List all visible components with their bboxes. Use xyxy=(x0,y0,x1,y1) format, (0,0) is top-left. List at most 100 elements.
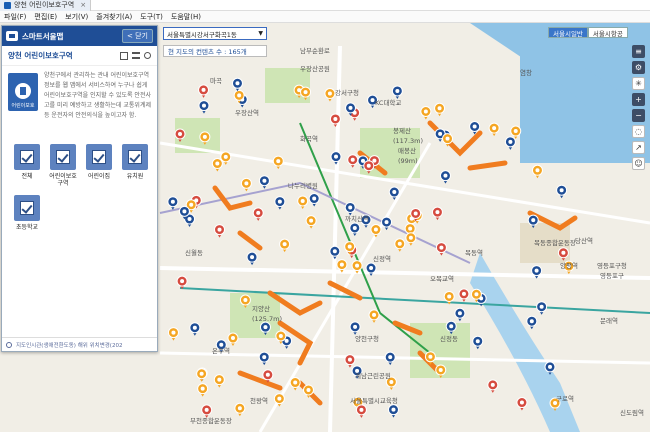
facility-marker-icon[interactable] xyxy=(349,222,361,236)
measure-distance-icon[interactable]: ◌ xyxy=(632,125,645,138)
category-elementary[interactable]: 초등학교 xyxy=(12,195,42,231)
facility-marker-icon[interactable] xyxy=(391,85,403,99)
facility-marker-icon[interactable] xyxy=(197,383,209,397)
settings-icon[interactable]: ⚙ xyxy=(632,61,645,74)
facility-marker-icon[interactable] xyxy=(434,102,446,117)
facility-marker-icon[interactable] xyxy=(405,232,417,246)
facility-marker-icon[interactable] xyxy=(246,251,258,266)
measure-area-icon[interactable]: ↗ xyxy=(632,141,645,154)
menu-help[interactable]: 도움말(H) xyxy=(171,12,201,22)
theme-badge: 어린이보호 xyxy=(8,73,38,111)
facility-marker-icon[interactable] xyxy=(201,404,213,418)
facility-marker-icon[interactable] xyxy=(258,351,270,366)
facility-marker-icon[interactable] xyxy=(330,151,342,165)
facility-marker-icon[interactable] xyxy=(536,301,548,315)
grid-view-icon[interactable] xyxy=(120,51,128,60)
browser-tab[interactable]: 양천 어린이보호구역 × xyxy=(0,0,92,11)
school-zone-segment[interactable] xyxy=(237,370,283,391)
facility-marker-icon[interactable] xyxy=(454,307,466,322)
checkbox-icon[interactable] xyxy=(20,150,34,164)
facility-marker-icon[interactable] xyxy=(324,88,336,102)
facility-marker-icon[interactable] xyxy=(472,335,484,350)
tab-close-icon[interactable]: × xyxy=(80,1,86,9)
map-type-aerial[interactable]: 서울시항공 xyxy=(587,27,628,38)
facility-marker-icon[interactable] xyxy=(189,322,201,336)
facility-marker-icon[interactable] xyxy=(516,397,528,411)
facility-marker-icon[interactable] xyxy=(252,207,264,221)
facility-marker-icon[interactable] xyxy=(526,315,538,330)
facility-marker-icon[interactable] xyxy=(196,368,208,382)
menu-bar: 파일(F) 편집(E) 보기(V) 즐겨찾기(A) 도구(T) 도움말(H) xyxy=(0,11,650,23)
menu-edit[interactable]: 편집(E) xyxy=(34,12,57,22)
facility-marker-icon[interactable] xyxy=(214,224,226,238)
facility-marker-icon[interactable] xyxy=(272,155,284,170)
address-select[interactable]: 서울특별시강서구화곡1동 ▼ xyxy=(163,27,267,40)
facility-marker-icon[interactable] xyxy=(305,215,317,229)
list-view-icon[interactable] xyxy=(132,51,140,59)
facility-marker-icon[interactable] xyxy=(368,309,380,323)
facility-marker-icon[interactable] xyxy=(274,196,286,210)
person-icon[interactable]: ☺ xyxy=(632,157,645,170)
facility-marker-icon[interactable] xyxy=(439,170,451,184)
facility-marker-icon[interactable] xyxy=(458,288,470,302)
panel-footer[interactable]: 지도인시관(생애전환도동) 해위 위치변경(202 xyxy=(2,337,157,351)
facility-marker-icon[interactable] xyxy=(381,216,393,231)
facility-marker-icon[interactable] xyxy=(344,201,356,216)
facility-marker-icon[interactable] xyxy=(279,238,291,253)
zoom-in-icon[interactable]: + xyxy=(632,93,645,106)
facility-marker-icon[interactable] xyxy=(297,195,309,209)
checkbox-icon[interactable] xyxy=(56,150,70,164)
facility-marker-icon[interactable] xyxy=(167,327,179,341)
panel-subheader: 양천 어린이보호구역 xyxy=(2,46,157,66)
facility-marker-icon[interactable] xyxy=(487,379,499,393)
facility-marker-icon[interactable] xyxy=(258,175,270,189)
facility-marker-icon[interactable] xyxy=(240,177,252,192)
search-icon[interactable] xyxy=(144,51,151,59)
menu-file[interactable]: 파일(F) xyxy=(4,12,26,22)
facility-marker-icon[interactable] xyxy=(167,196,179,210)
facility-marker-icon[interactable] xyxy=(531,164,543,179)
facility-marker-icon[interactable] xyxy=(227,332,239,347)
compass-icon[interactable]: ✳ xyxy=(632,77,645,90)
facility-marker-icon[interactable] xyxy=(355,404,367,418)
facility-marker-icon[interactable] xyxy=(234,402,246,417)
school-zone-segment[interactable] xyxy=(237,230,263,251)
facility-marker-icon[interactable] xyxy=(329,245,341,260)
facility-marker-icon[interactable] xyxy=(387,404,399,418)
facility-marker-icon[interactable] xyxy=(504,136,516,150)
facility-marker-icon[interactable] xyxy=(370,224,382,238)
checkbox-icon[interactable] xyxy=(20,201,34,215)
layers-icon[interactable]: ≡ xyxy=(632,45,645,58)
collapse-button[interactable]: < 닫기 xyxy=(122,29,153,43)
category-all[interactable]: 전체 xyxy=(12,144,42,187)
facility-marker-icon[interactable] xyxy=(431,206,443,221)
facility-marker-icon[interactable] xyxy=(211,158,223,172)
facility-marker-icon[interactable] xyxy=(556,184,568,199)
facility-marker-icon[interactable] xyxy=(289,377,301,391)
facility-marker-icon[interactable] xyxy=(198,84,210,98)
category-daycare[interactable]: 어린이집 xyxy=(84,144,114,187)
facility-marker-icon[interactable] xyxy=(488,122,500,137)
facility-marker-icon[interactable] xyxy=(349,321,361,335)
category-school-zone[interactable]: 어린이보호구역 xyxy=(48,144,78,187)
menu-tools[interactable]: 도구(T) xyxy=(140,12,163,22)
facility-marker-icon[interactable] xyxy=(420,105,432,120)
facility-marker-icon[interactable] xyxy=(213,374,225,388)
facility-marker-icon[interactable] xyxy=(344,354,356,368)
facility-marker-icon[interactable] xyxy=(347,154,359,168)
facility-marker-icon[interactable] xyxy=(435,242,447,256)
facility-marker-icon[interactable] xyxy=(176,275,188,290)
category-kindergarten[interactable]: 유치원 xyxy=(120,144,150,187)
facility-marker-icon[interactable] xyxy=(384,351,396,366)
facility-marker-icon[interactable] xyxy=(198,100,210,114)
facility-marker-icon[interactable] xyxy=(231,77,243,92)
facility-marker-icon[interactable] xyxy=(394,238,406,252)
zoom-out-icon[interactable]: − xyxy=(632,109,645,122)
menu-view[interactable]: 보기(V) xyxy=(65,12,88,22)
checkbox-icon[interactable] xyxy=(128,150,142,164)
checkbox-icon[interactable] xyxy=(92,150,106,164)
map-type-general[interactable]: 서울시일반 xyxy=(548,27,588,38)
facility-marker-icon[interactable] xyxy=(308,193,320,207)
menu-favorites[interactable]: 즐겨찾기(A) xyxy=(96,12,132,22)
school-zone-segment[interactable] xyxy=(467,160,508,171)
